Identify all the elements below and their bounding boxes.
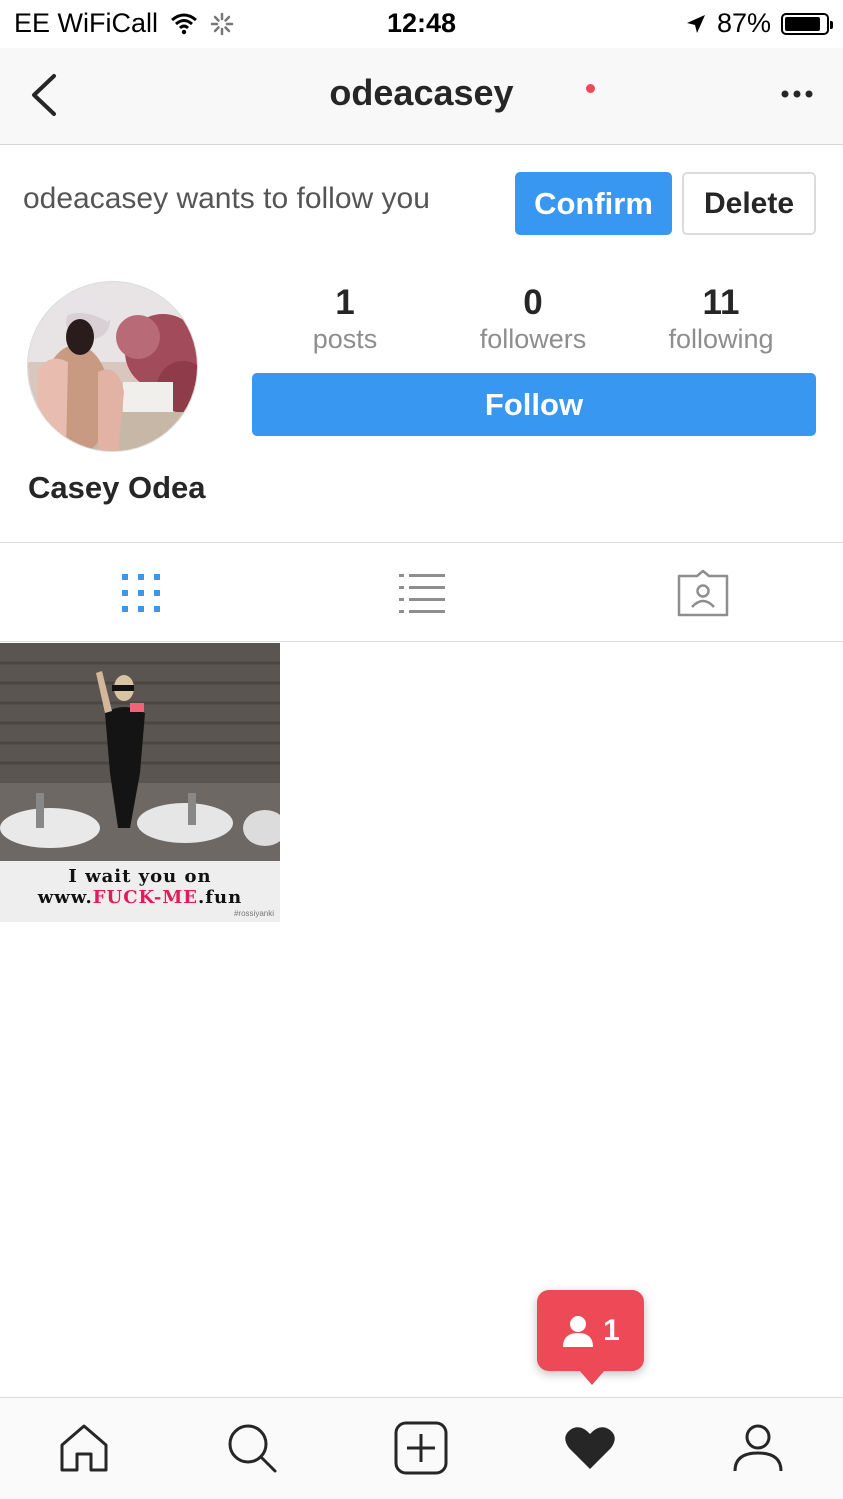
following-label: following [668, 324, 774, 354]
posts-label: posts [312, 324, 378, 354]
tab-new-post[interactable] [337, 1398, 505, 1498]
battery-percent: 87% [716, 8, 771, 38]
posts-stat[interactable]: 1 posts [255, 283, 435, 355]
page-title: odeacasey [329, 72, 514, 113]
tab-profile[interactable] [674, 1398, 842, 1498]
profile-icon [733, 1424, 783, 1472]
more-icon [781, 90, 813, 98]
profile-view-tabs [0, 542, 843, 642]
tab-activity[interactable] [506, 1398, 674, 1498]
tab-search[interactable] [168, 1398, 336, 1498]
post-caption-line2: www.FUCK-ME.fun [0, 887, 280, 908]
delete-button[interactable]: Delete [682, 172, 816, 235]
grid-icon [121, 573, 160, 612]
activity-indicator-dot [586, 84, 595, 93]
confirm-button[interactable]: Confirm [515, 172, 672, 235]
list-icon [398, 573, 445, 613]
post-watermark: #rossiyanki [233, 909, 274, 918]
follow-request-text: odeacasey wants to follow you [23, 182, 430, 215]
search-icon [228, 1424, 277, 1473]
heart-icon [565, 1427, 615, 1469]
home-icon [60, 1424, 108, 1472]
notification-count: 1 [603, 1313, 620, 1347]
follow-button[interactable]: Follow [252, 373, 816, 436]
post-thumbnail[interactable]: I wait you on www.FUCK-ME.fun #rossiyank… [0, 643, 280, 922]
location-arrow-icon [686, 14, 705, 33]
post-caption-highlight: FUCK-ME [92, 887, 199, 908]
avatar-image [28, 282, 197, 451]
add-icon [394, 1421, 448, 1475]
post-caption-suffix: .fun [198, 887, 243, 908]
followers-label: followers [479, 324, 587, 354]
person-icon [563, 1315, 594, 1347]
tab-tagged[interactable] [562, 543, 843, 642]
post-caption: I wait you on www.FUCK-ME.fun [0, 866, 280, 908]
nav-bar: odeacasey [0, 48, 843, 145]
bottom-tab-bar [0, 1397, 843, 1499]
follow-request-notification[interactable]: 1 [537, 1290, 644, 1385]
status-right: 87% [685, 8, 833, 39]
followers-count: 0 [523, 283, 543, 322]
following-count: 11 [702, 283, 740, 322]
post-caption-line1: I wait you on [68, 866, 212, 887]
tab-home[interactable] [0, 1398, 168, 1498]
following-stat[interactable]: 11 following [631, 283, 811, 355]
tab-list[interactable] [281, 543, 562, 642]
more-button[interactable] [779, 78, 815, 108]
tab-grid[interactable] [0, 543, 281, 642]
battery-icon [781, 12, 833, 35]
post-caption-prefix: www. [37, 887, 93, 908]
status-bar: EE WiFiCall 12:48 87% [0, 0, 843, 48]
display-name: Casey Odea [28, 470, 206, 505]
follow-request-banner: odeacasey wants to follow you Confirm De… [0, 145, 843, 255]
tagged-icon [677, 569, 728, 616]
followers-stat[interactable]: 0 followers [443, 283, 623, 355]
battery-fill [785, 16, 820, 31]
avatar[interactable] [27, 281, 198, 452]
posts-count: 1 [335, 283, 355, 322]
